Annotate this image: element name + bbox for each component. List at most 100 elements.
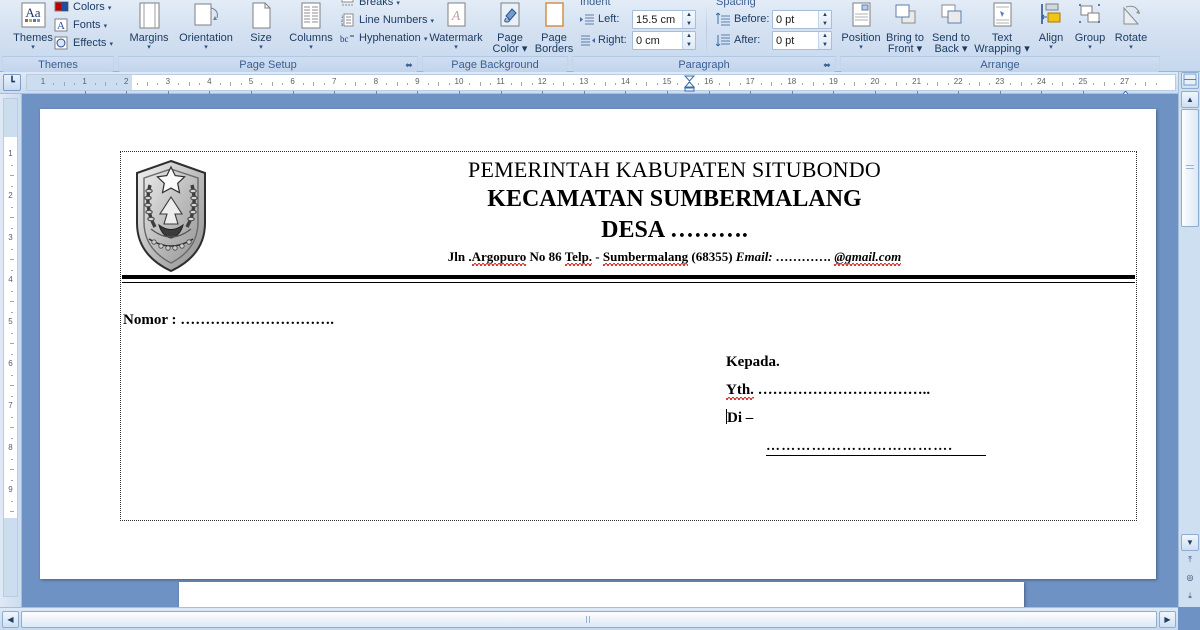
vruler-minor-tick xyxy=(10,343,14,344)
chevron-down-icon[interactable]: ▾ xyxy=(240,44,282,52)
svg-text:Aa: Aa xyxy=(25,5,40,20)
vruler-minor-tick xyxy=(11,395,13,397)
send-to-back-icon xyxy=(928,2,974,32)
horizontal-ruler[interactable]: ┗ 1 1 2 3 4 5 6 7 8 9 10 11 12 13 14 15 16 17 18 19 20 21 22 23… xyxy=(0,72,1200,98)
chevron-down-icon[interactable]: ▾ xyxy=(108,5,112,12)
ruler-tick-label: 3 xyxy=(165,77,171,86)
indent-right-input[interactable]: 0 cm ▲ ▼ xyxy=(632,31,696,50)
ruler-minor-tick xyxy=(646,82,648,86)
spacing-after-input[interactable]: 0 pt ▲ ▼ xyxy=(772,31,832,50)
email-label: Email: xyxy=(735,249,773,264)
bring-to-front-button[interactable]: Bring to Front ▾ xyxy=(882,2,928,55)
right-indent-marker[interactable] xyxy=(1119,85,1131,98)
group-label: Group xyxy=(1074,32,1106,44)
line-numbers-button[interactable]: 1 2 3 Line Numbers ▾ xyxy=(340,11,434,29)
theme-colors-button[interactable]: Colors ▾ xyxy=(54,0,111,16)
scroll-left-button[interactable]: ◀ xyxy=(2,611,19,628)
paragraph-dialog-launcher[interactable]: ⬌ xyxy=(821,59,833,71)
theme-fonts-button[interactable]: A Fonts ▾ xyxy=(54,16,107,34)
columns-button[interactable]: Columns ▾ xyxy=(282,2,340,52)
chevron-down-icon[interactable]: ▾ xyxy=(840,44,882,52)
position-button[interactable]: Position ▾ xyxy=(840,2,882,52)
ruler-tick-label: 4 xyxy=(207,77,212,86)
chevron-down-icon[interactable]: ▾ xyxy=(1070,44,1110,52)
size-icon xyxy=(240,2,282,32)
vertical-ruler-band[interactable]: 12345678910 xyxy=(3,98,18,597)
document-page-2[interactable] xyxy=(179,582,1024,607)
chevron-down-icon[interactable]: ▾ xyxy=(396,0,400,7)
document-page-1[interactable]: PEMERINTAH KABUPATEN SITUBONDO KECAMATAN… xyxy=(40,109,1156,579)
vruler-minor-tick xyxy=(11,332,13,334)
chevron-down-icon[interactable]: ▾ xyxy=(110,41,114,48)
spacing-before-input[interactable]: 0 pt ▲ ▼ xyxy=(772,10,832,29)
chevron-down-icon[interactable]: ▾ xyxy=(917,43,923,55)
vruler-minor-tick xyxy=(11,311,13,313)
group-button[interactable]: Group ▾ xyxy=(1070,2,1110,52)
size-button[interactable]: Size ▾ xyxy=(240,2,282,52)
ruler-minor-tick xyxy=(615,83,616,85)
spacing-after-stepper[interactable]: ▲ ▼ xyxy=(818,32,831,49)
page-setup-dialog-launcher[interactable]: ⬌ xyxy=(403,59,415,71)
letterhead-text-frame[interactable]: PEMERINTAH KABUPATEN SITUBONDO KECAMATAN… xyxy=(120,151,1137,521)
vruler-minor-tick xyxy=(10,259,14,260)
rotate-button[interactable]: Rotate ▾ xyxy=(1110,2,1152,52)
chevron-down-icon[interactable]: ▾ xyxy=(282,44,340,52)
ruler-minor-tick xyxy=(490,83,492,85)
scroll-up-button[interactable]: ▲ xyxy=(1181,91,1199,108)
group-label-page-background: Page Background xyxy=(422,56,568,72)
left-indent-marker[interactable] xyxy=(683,75,695,92)
scroll-right-button[interactable]: ▶ xyxy=(1159,611,1176,628)
word-document-window: Aa Themes ▾ Colors ▾ A Fonts ▾ Effects ▾… xyxy=(0,0,1200,630)
vertical-scroll-thumb[interactable] xyxy=(1181,109,1199,227)
chevron-down-icon[interactable]: ▾ xyxy=(522,43,528,55)
select-browse-object-button[interactable]: ◎ xyxy=(1181,570,1199,587)
horizontal-scroll-thumb[interactable] xyxy=(21,611,1157,628)
align-button[interactable]: Align ▾ xyxy=(1032,2,1070,52)
scroll-down-button[interactable]: ▼ xyxy=(1181,534,1199,551)
indent-left-value: 15.5 cm xyxy=(636,14,676,26)
chevron-down-icon[interactable]: ▾ xyxy=(120,44,178,52)
watermark-button[interactable]: A Watermark ▾ xyxy=(424,2,488,52)
ruler-minor-tick xyxy=(74,83,76,85)
group-label-arrange: Arrange xyxy=(840,56,1160,72)
margins-button[interactable]: Margins ▾ xyxy=(120,2,178,52)
chevron-down-icon[interactable]: ▾ xyxy=(1110,44,1152,52)
breaks-button[interactable]: Breaks ▾ xyxy=(340,0,400,11)
spacing-before-stepper[interactable]: ▲ ▼ xyxy=(818,11,831,28)
page-borders-button[interactable]: Page Borders xyxy=(532,2,576,55)
ruler-tick-label: 16 xyxy=(704,77,714,86)
indent-right-stepper[interactable]: ▲ ▼ xyxy=(682,32,695,49)
breaks-icon xyxy=(340,0,356,10)
kabupaten-situbondo-emblem xyxy=(129,157,213,275)
chevron-down-icon[interactable]: ▾ xyxy=(962,43,968,55)
vruler-tick-label: 9 xyxy=(8,485,13,494)
send-to-back-button[interactable]: Send to Back ▾ xyxy=(928,2,974,55)
indent-left-stepper[interactable]: ▲ ▼ xyxy=(682,11,695,28)
page-color-button[interactable]: Page Color ▾ xyxy=(488,2,532,55)
horizontal-scrollbar[interactable]: ◀ ▶ xyxy=(0,607,1178,630)
theme-effects-button[interactable]: Effects ▾ xyxy=(54,34,113,52)
chevron-down-icon[interactable]: ▾ xyxy=(1024,43,1030,55)
ruler-tick-label: 22 xyxy=(953,77,963,86)
vruler-minor-tick xyxy=(10,511,14,512)
text-wrapping-button[interactable]: Text Wrapping ▾ xyxy=(974,2,1030,55)
chevron-down-icon[interactable]: ▾ xyxy=(424,44,488,52)
ruler-minor-tick xyxy=(199,83,200,85)
recipient-block: Kepada. Yth. …………………………….. Di – xyxy=(726,348,1126,432)
chevron-down-icon[interactable]: ▾ xyxy=(1032,44,1070,52)
chevron-down-icon[interactable]: ▾ xyxy=(104,23,108,30)
indent-left-input[interactable]: 15.5 cm ▲ ▼ xyxy=(632,10,696,29)
hyphenation-button[interactable]: bc Hyphenation ▾ xyxy=(340,29,427,47)
orientation-button[interactable]: Orientation ▾ xyxy=(172,2,240,52)
vertical-scrollbar[interactable]: ▲ ▼ ⤒ ◎ ⤓ xyxy=(1178,72,1200,607)
ruler-band[interactable]: 1 1 2 3 4 5 6 7 8 9 10 11 12 13 14 15 16 17 18 19 20 21 22 23 24… xyxy=(26,74,1176,98)
split-window-button[interactable] xyxy=(1181,72,1199,89)
vruler-minor-tick xyxy=(11,479,13,481)
chevron-down-icon[interactable]: ▾ xyxy=(172,44,240,52)
next-page-button[interactable]: ⤓ xyxy=(1181,588,1199,605)
ribbon-page-layout: Aa Themes ▾ Colors ▾ A Fonts ▾ Effects ▾… xyxy=(0,0,1200,72)
previous-page-button[interactable]: ⤒ xyxy=(1181,552,1199,569)
document-canvas[interactable]: PEMERINTAH KABUPATEN SITUBONDO KECAMATAN… xyxy=(22,94,1178,607)
vertical-ruler[interactable]: 12345678910 xyxy=(0,94,22,607)
tab-selector-button[interactable]: ┗ xyxy=(3,74,21,91)
